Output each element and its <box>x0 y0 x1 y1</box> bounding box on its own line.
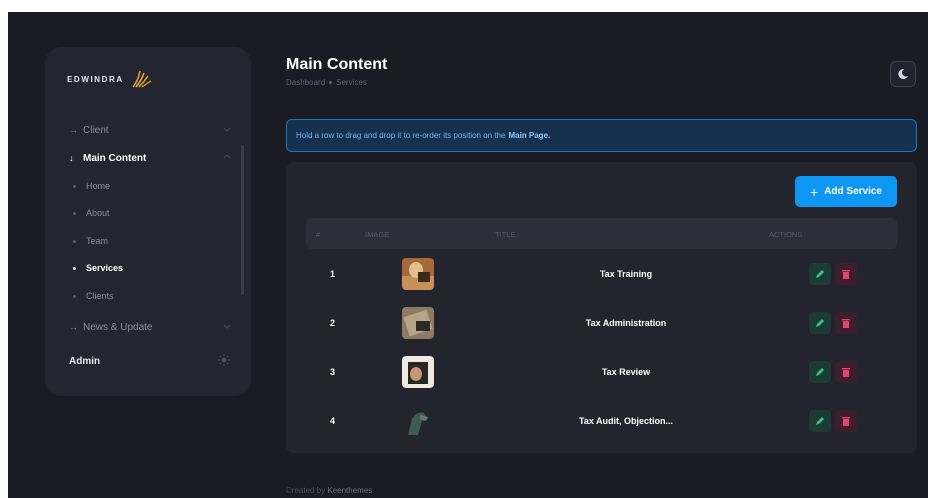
breadcrumb-separator <box>329 81 333 84</box>
chevron-down-icon <box>223 127 231 132</box>
delete-button[interactable] <box>835 361 857 383</box>
row-number: 3 <box>330 367 336 377</box>
sidebar: EDWINDRA → Client ↓ Main Content Home Ab… <box>45 47 251 396</box>
chevron-up-icon <box>223 154 231 159</box>
sidebar-subitem-about[interactable]: About <box>73 203 110 223</box>
sidebar-subitem-label: About <box>86 208 110 218</box>
column-header-image: IMAGE <box>365 230 390 239</box>
sidebar-subitem-clients[interactable]: Clients <box>73 286 114 306</box>
plus-icon: + <box>810 183 819 200</box>
row-title: Tax Review <box>601 367 651 377</box>
info-alert: Hold a row to drag and drop it to re-ord… <box>286 119 917 152</box>
sidebar-item-news-update[interactable]: → News & Update <box>69 316 231 338</box>
brand-name: EDWINDRA <box>67 74 124 84</box>
delete-button[interactable] <box>835 263 857 285</box>
table-row[interactable]: 4 Tax Audit, Objection... <box>306 401 897 441</box>
breadcrumb: Dashboard Services <box>286 78 367 87</box>
sidebar-subitem-services[interactable]: Services <box>73 258 123 278</box>
table-row[interactable]: 1 Tax Training <box>306 254 897 294</box>
sidebar-subitem-team[interactable]: Team <box>73 231 108 251</box>
bullet-icon <box>73 211 76 215</box>
admin-label[interactable]: Admin <box>69 356 100 367</box>
sidebar-subitem-label: Team <box>86 236 109 246</box>
row-number: 2 <box>330 318 336 328</box>
sidebar-item-label: Main Content <box>83 152 147 164</box>
table-row[interactable]: 3 Tax Review <box>306 352 897 392</box>
column-header-actions: ACTIONS <box>769 230 803 239</box>
wheat-logo-icon <box>132 70 152 88</box>
app-window: EDWINDRA → Client ↓ Main Content Home Ab… <box>8 12 928 498</box>
edit-button[interactable] <box>809 361 831 383</box>
trash-icon <box>842 319 850 328</box>
moon-icon <box>898 68 908 79</box>
bullet-icon <box>73 184 76 188</box>
row-title: Tax Audit, Objection... <box>578 416 673 426</box>
footer-author-link[interactable]: Keenthemes <box>327 486 372 495</box>
arrow-right-icon: → <box>69 125 78 135</box>
row-number: 1 <box>330 269 336 279</box>
sidebar-item-client[interactable]: → Client <box>69 119 231 141</box>
sidebar-subitem-home[interactable]: Home <box>73 176 110 196</box>
pencil-icon <box>816 417 824 425</box>
edit-button[interactable] <box>809 410 831 432</box>
bullet-icon <box>73 266 76 270</box>
arrow-down-icon: ↓ <box>69 153 74 163</box>
breadcrumb-dashboard[interactable]: Dashboard <box>286 78 325 87</box>
trash-icon <box>842 368 850 377</box>
bullet-icon <box>73 294 76 298</box>
trash-icon <box>842 270 850 279</box>
pencil-icon <box>816 368 824 376</box>
tax-administration-thumbnail <box>402 307 434 339</box>
arrow-right-icon: → <box>69 322 78 332</box>
column-header-number: # <box>316 230 321 239</box>
bullet-icon <box>73 239 76 243</box>
edit-button[interactable] <box>809 263 831 285</box>
trash-icon <box>842 417 850 426</box>
sidebar-item-main-content[interactable]: ↓ Main Content <box>69 147 231 169</box>
delete-button[interactable] <box>835 410 857 432</box>
alert-text: Hold a row to drag and drop it to re-ord… <box>296 131 506 140</box>
tax-audit-thumbnail <box>402 405 434 437</box>
tax-training-thumbnail <box>402 258 434 290</box>
table-header: # IMAGE TITLE ACTIONS <box>306 218 897 249</box>
row-title: Tax Training <box>599 269 653 279</box>
sidebar-subitem-label: Clients <box>86 291 114 301</box>
alert-emphasis: Main Page. <box>508 131 551 140</box>
brand-logo[interactable]: EDWINDRA <box>67 69 152 89</box>
footer-prefix: Created by <box>286 486 326 495</box>
sidebar-item-label: News & Update <box>83 321 153 333</box>
tax-review-thumbnail <box>402 356 434 388</box>
delete-button[interactable] <box>835 312 857 334</box>
edit-button[interactable] <box>809 312 831 334</box>
sun-icon[interactable] <box>217 353 231 367</box>
add-service-button[interactable]: + Add Service <box>795 176 897 207</box>
sidebar-subitem-label: Home <box>86 181 111 191</box>
add-service-label: Add Service <box>824 186 882 197</box>
breadcrumb-services: Services <box>336 78 367 87</box>
pencil-icon <box>816 319 824 327</box>
row-number: 4 <box>330 416 336 426</box>
theme-toggle-button[interactable] <box>890 61 916 87</box>
column-header-title: TITLE <box>495 230 516 239</box>
sidebar-scrollbar[interactable] <box>241 145 244 295</box>
services-card: + Add Service # IMAGE TITLE ACTIONS 1 Ta… <box>286 162 917 453</box>
pencil-icon <box>816 270 824 278</box>
page-title: Main Content <box>286 56 388 73</box>
table-row[interactable]: 2 Tax Administration <box>306 303 897 343</box>
row-title: Tax Administration <box>585 318 667 328</box>
sidebar-item-label: Client <box>83 124 109 136</box>
chevron-down-icon <box>223 324 231 329</box>
sidebar-subitem-label: Services <box>86 263 124 273</box>
footer: Created by Keenthemes <box>286 486 372 495</box>
